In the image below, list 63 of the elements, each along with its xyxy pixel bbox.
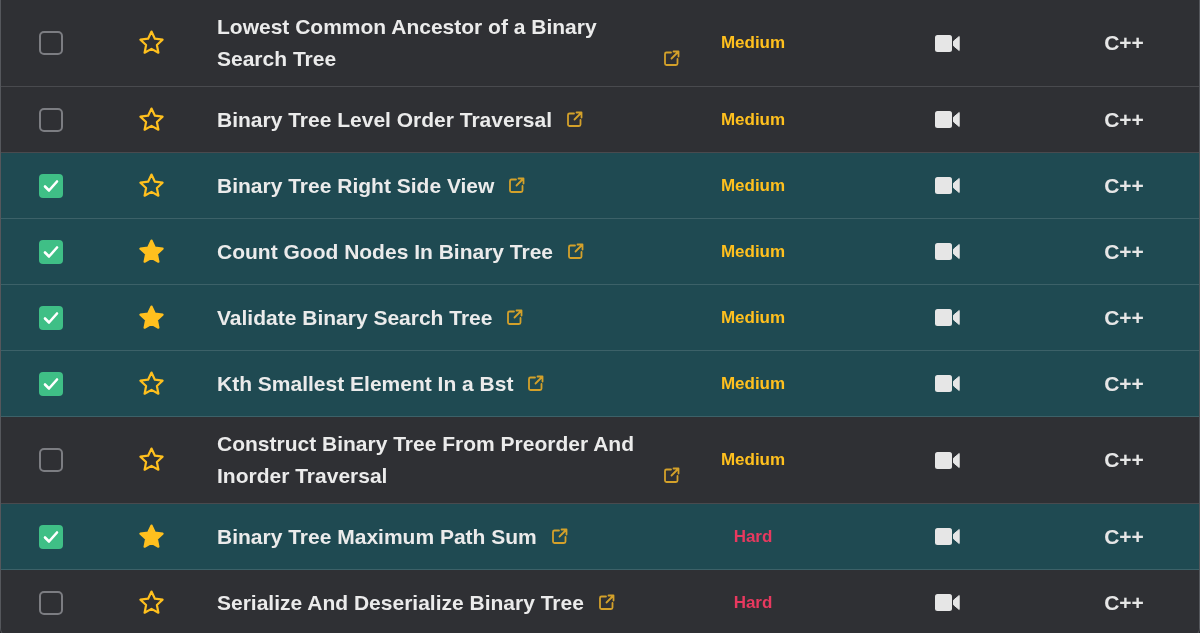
external-link-icon[interactable] [506, 308, 524, 326]
video-camera-icon[interactable] [934, 34, 960, 52]
checkbox[interactable] [39, 590, 63, 615]
language-label: C++ [1104, 448, 1144, 472]
language-label: C++ [1104, 239, 1144, 264]
checkbox[interactable] [39, 448, 63, 472]
video-camera-icon[interactable] [934, 243, 960, 260]
problem-title-link[interactable]: Validate Binary Search Tree [217, 301, 493, 334]
star-icon[interactable] [137, 589, 165, 616]
star-icon[interactable] [137, 238, 165, 265]
star-icon[interactable] [137, 106, 165, 133]
external-link-icon[interactable] [566, 110, 584, 128]
problem-title-link[interactable]: Binary Tree Level Order Traversal [217, 103, 553, 136]
language-label: C++ [1104, 305, 1144, 330]
video-camera-icon[interactable] [934, 309, 960, 326]
difficulty-label: Medium [720, 109, 786, 130]
language-label: C++ [1104, 590, 1144, 615]
language-label: C++ [1104, 173, 1144, 198]
external-link-icon[interactable] [550, 527, 568, 545]
external-link-icon[interactable] [508, 176, 526, 194]
star-icon[interactable] [137, 172, 165, 199]
external-link-icon[interactable] [567, 242, 585, 260]
difficulty-label: Medium [720, 33, 786, 53]
problem-title-link[interactable]: Binary Tree Maximum Path Sum [217, 520, 537, 553]
difficulty-label: Hard [733, 526, 773, 547]
difficulty-label: Medium [720, 307, 786, 328]
checkbox[interactable] [39, 371, 63, 396]
video-camera-icon[interactable] [934, 177, 960, 194]
language-label: C++ [1104, 107, 1144, 132]
external-link-icon[interactable] [597, 593, 615, 611]
checkbox[interactable] [39, 305, 63, 330]
star-icon[interactable] [137, 304, 165, 331]
video-camera-icon[interactable] [934, 111, 960, 128]
star-icon[interactable] [137, 370, 165, 397]
video-camera-icon[interactable] [934, 375, 960, 392]
difficulty-label: Hard [733, 592, 773, 613]
problem-title-link[interactable]: Count Good Nodes In Binary Tree [217, 235, 554, 268]
problem-title-link[interactable]: Lowest Common Ancestor of a Binary Search Tree [217, 11, 649, 75]
video-camera-icon[interactable] [934, 594, 960, 611]
checkbox[interactable] [39, 31, 63, 55]
checkbox[interactable] [39, 173, 63, 198]
problem-title-link[interactable]: Kth Smallest Element In a Bst [217, 367, 514, 400]
problem-title-link[interactable]: Binary Tree Right Side View [217, 169, 495, 202]
difficulty-label: Medium [720, 241, 786, 262]
language-label: C++ [1104, 371, 1144, 396]
video-camera-icon[interactable] [934, 528, 960, 545]
checkbox[interactable] [39, 107, 63, 132]
external-link-icon[interactable] [663, 50, 680, 67]
language-label: C++ [1104, 31, 1144, 55]
star-icon[interactable] [137, 447, 165, 473]
difficulty-label: Medium [720, 450, 786, 470]
checkbox[interactable] [39, 524, 63, 549]
language-label: C++ [1104, 524, 1144, 549]
checkbox[interactable] [39, 239, 63, 264]
problem-title-link[interactable]: Construct Binary Tree From Preorder And Inorder Traversal [217, 428, 649, 492]
star-icon[interactable] [137, 523, 165, 550]
star-icon[interactable] [137, 30, 165, 56]
difficulty-label: Medium [720, 175, 786, 196]
problem-title-link[interactable]: Serialize And Deserialize Binary Tree [217, 586, 584, 619]
video-camera-icon[interactable] [934, 451, 960, 469]
difficulty-label: Medium [720, 373, 786, 394]
external-link-icon[interactable] [663, 467, 680, 484]
external-link-icon[interactable] [527, 374, 545, 392]
